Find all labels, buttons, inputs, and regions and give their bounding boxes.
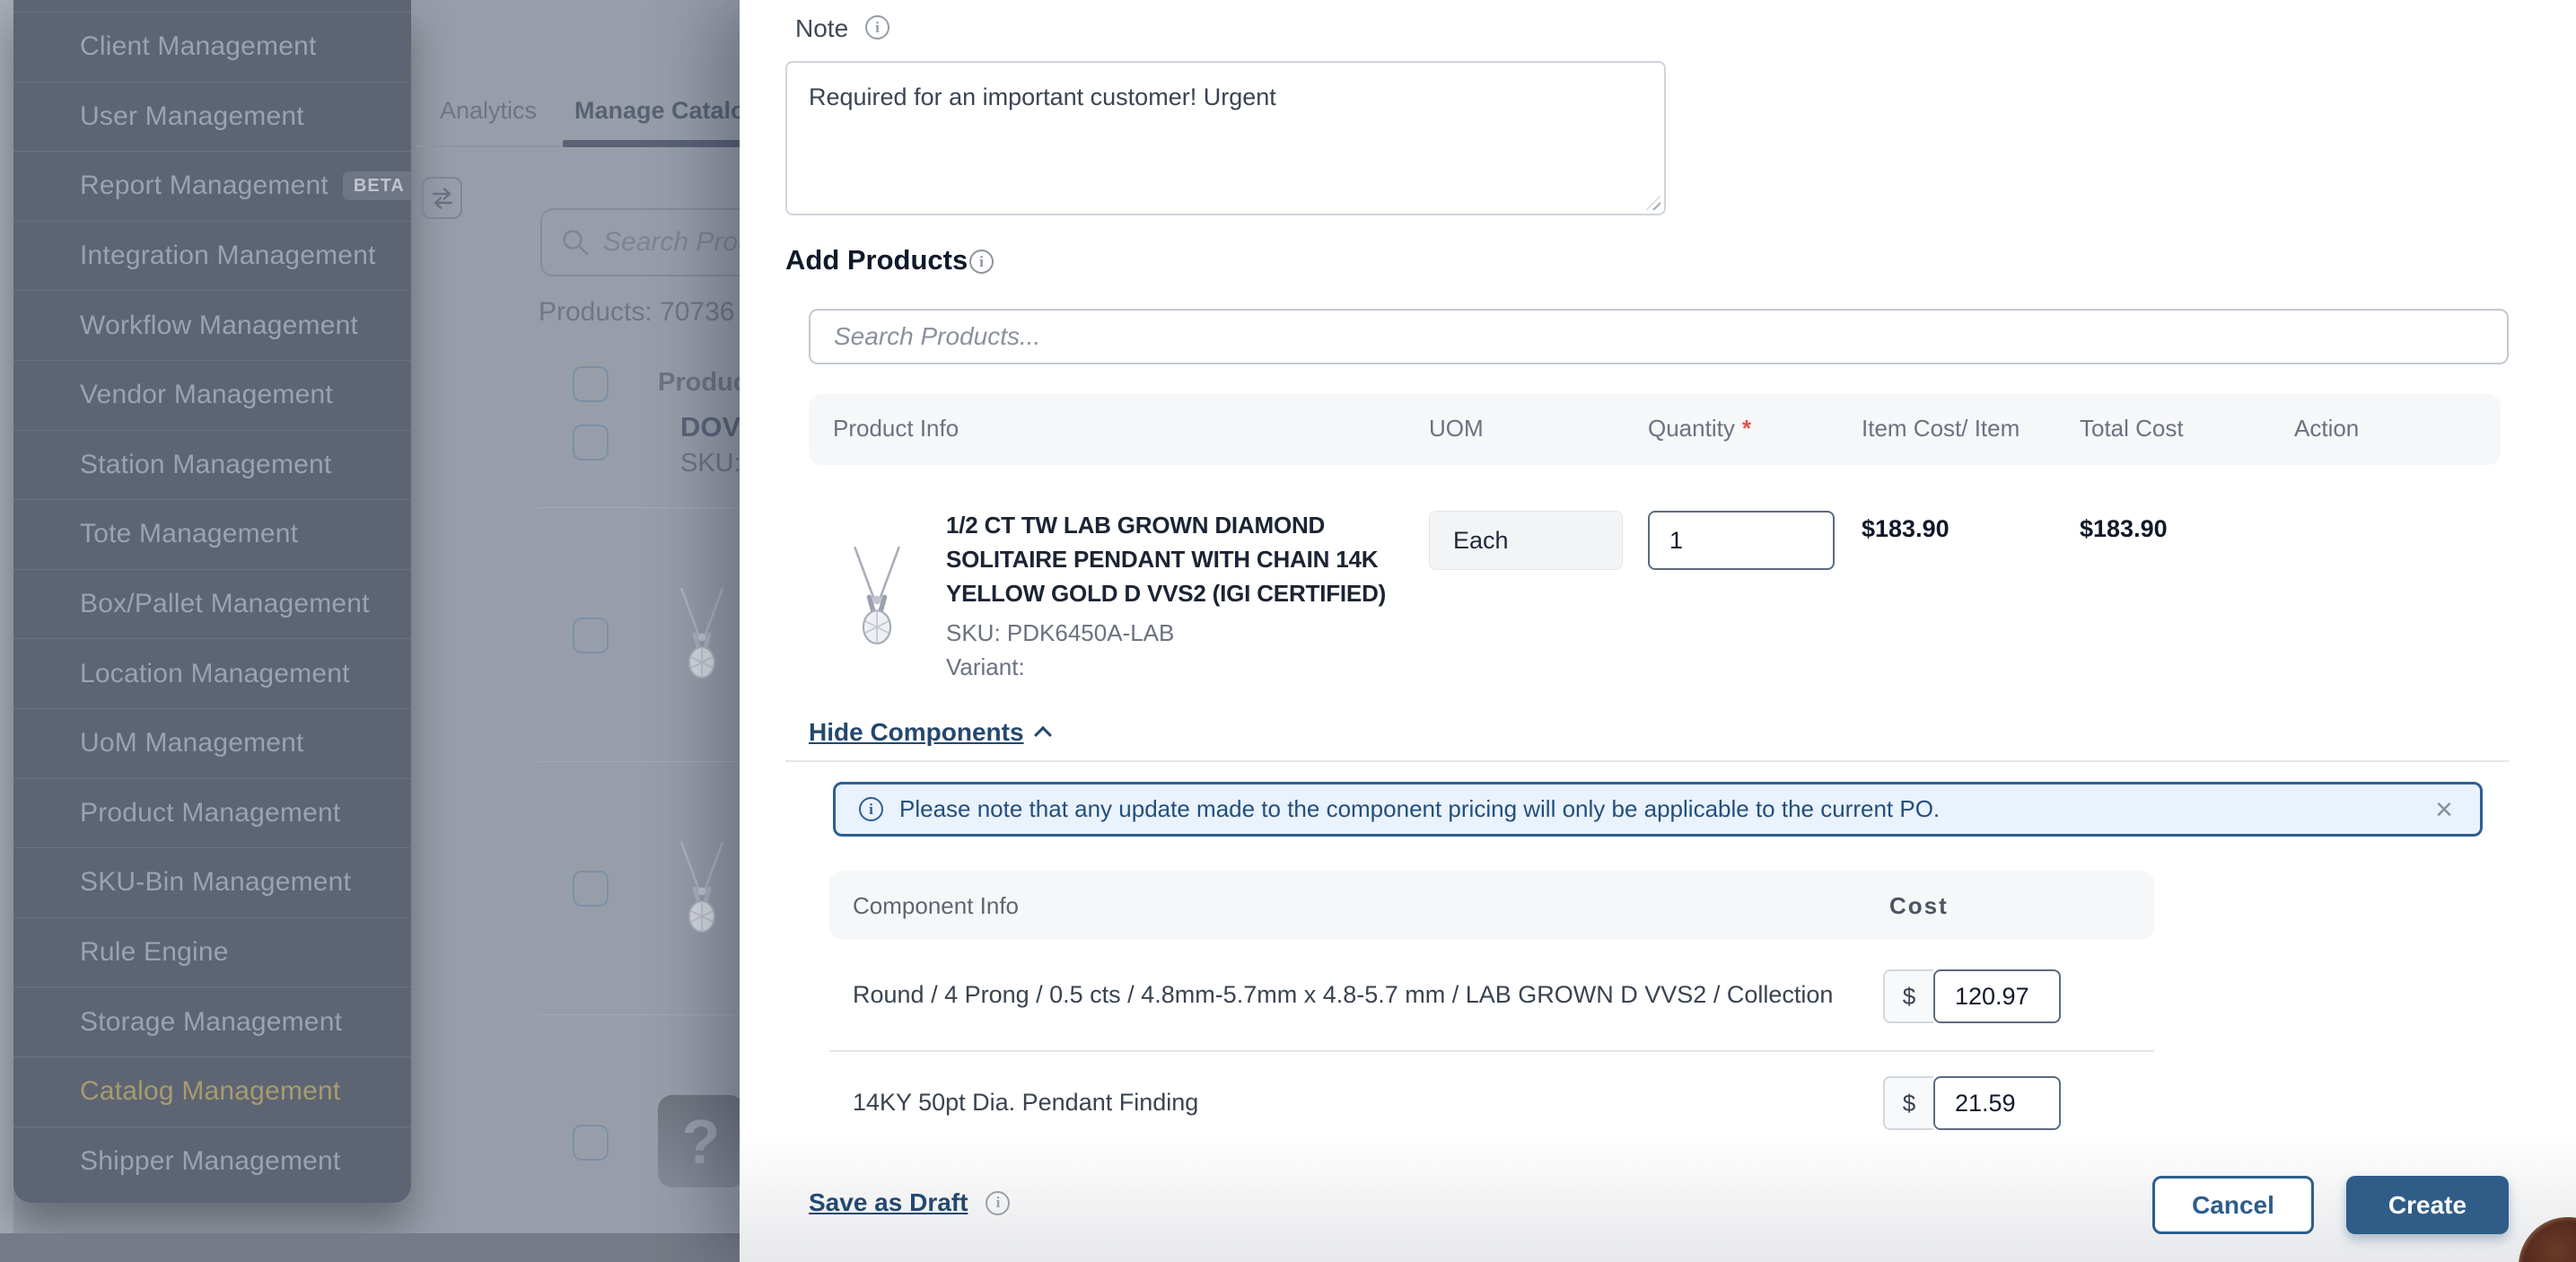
- currency-prefix: $: [1883, 969, 1933, 1023]
- sidebar-item-catalog-management[interactable]: Catalog Management: [13, 1056, 411, 1126]
- beta-badge: BETA: [343, 171, 411, 200]
- total-cost-value: $183.90: [2080, 515, 2168, 543]
- create-button[interactable]: Create: [2346, 1176, 2509, 1234]
- hide-components-toggle[interactable]: Hide Components: [809, 718, 1049, 747]
- chevron-up-icon: [1034, 726, 1052, 744]
- sidebar-item-tote-management[interactable]: Tote Management: [13, 499, 411, 569]
- product-title: 1/2 CT TW LAB GROWN DIAMOND SOLITAIRE PE…: [946, 508, 1413, 610]
- column-component-info: Component Info: [853, 892, 1019, 920]
- sidebar-item-sku-bin-management[interactable]: SKU-Bin Management: [13, 847, 411, 917]
- note-label: Note: [795, 14, 848, 43]
- column-item-cost: Item Cost/ Item: [1862, 415, 2020, 443]
- required-asterisk: *: [1742, 415, 1751, 442]
- column-action: Action: [2294, 415, 2359, 443]
- sidebar-item-vendor-management[interactable]: Vendor Management: [13, 360, 411, 430]
- save-as-draft-link[interactable]: Save as Draft: [809, 1188, 1010, 1217]
- quantity-input[interactable]: [1648, 511, 1835, 570]
- column-cost: Cost: [1889, 892, 1949, 920]
- sidebar-item-location-management[interactable]: Location Management: [13, 638, 411, 708]
- product-sku: SKU: PDK6450A-LAB: [946, 619, 1174, 647]
- column-total-cost: Total Cost: [2080, 415, 2184, 443]
- uom-select[interactable]: Each: [1429, 511, 1623, 570]
- missing-image-placeholder: ?: [658, 1095, 744, 1188]
- note-info-icon[interactable]: [865, 15, 889, 39]
- section-divider: [785, 760, 2509, 762]
- product-variant: Variant:: [946, 653, 1025, 681]
- component-row-info: Round / 4 Prong / 0.5 cts / 4.8mm-5.7mm …: [853, 981, 1833, 1009]
- row-divider: [539, 1014, 763, 1015]
- row-divider: [539, 507, 763, 508]
- sidebar: Client Management User Management Report…: [13, 0, 411, 1203]
- bg-row-sku: SKU:: [680, 449, 741, 478]
- row-checkbox[interactable]: [573, 425, 609, 460]
- sidebar-item-user-management[interactable]: User Management: [13, 82, 411, 152]
- product-thumbnail-pendant: [677, 585, 727, 679]
- sidebar-item-shipper-management[interactable]: Shipper Management: [13, 1126, 411, 1196]
- sidebar-item-storage-management[interactable]: Storage Management: [13, 986, 411, 1056]
- component-row-info: 14KY 50pt Dia. Pendant Finding: [853, 1089, 1198, 1117]
- sidebar-item-integration-management[interactable]: Integration Management: [13, 221, 411, 291]
- component-cost-input[interactable]: [1933, 1076, 2061, 1130]
- cancel-button[interactable]: Cancel: [2152, 1176, 2314, 1234]
- row-checkbox[interactable]: [573, 618, 609, 653]
- row-checkbox[interactable]: [573, 1125, 609, 1161]
- tab-manage-catalog[interactable]: Manage Catalog: [574, 97, 760, 125]
- add-products-heading: Add Products: [785, 244, 968, 276]
- sidebar-item-client-management[interactable]: Client Management: [13, 12, 411, 82]
- column-product-info: Product Info: [833, 415, 959, 443]
- active-tab-underline: [563, 140, 760, 147]
- component-cost-field: $: [1883, 969, 2061, 1023]
- swap-columns-button[interactable]: [422, 177, 462, 219]
- row-divider: [539, 761, 763, 762]
- alert-info-icon: [859, 797, 883, 821]
- component-row-divider: [829, 1050, 2154, 1052]
- component-pricing-alert: Please note that any update made to the …: [833, 782, 2483, 837]
- note-textarea[interactable]: Required for an important customer! Urge…: [785, 61, 1666, 215]
- sidebar-item-product-management[interactable]: Product Management: [13, 778, 411, 848]
- item-cost-value: $183.90: [1862, 515, 1950, 543]
- alert-close-icon[interactable]: ×: [2431, 794, 2457, 825]
- currency-prefix: $: [1883, 1076, 1933, 1130]
- save-draft-info-icon[interactable]: [986, 1191, 1010, 1215]
- alert-message: Please note that any update made to the …: [899, 795, 2431, 823]
- products-count: Products: 70736: [539, 297, 734, 328]
- product-image-pendant: [848, 544, 906, 644]
- sidebar-item-uom-management[interactable]: UoM Management: [13, 708, 411, 778]
- row-checkbox[interactable]: [573, 871, 609, 907]
- component-cost-input[interactable]: [1933, 969, 2061, 1023]
- add-products-search-input[interactable]: [809, 309, 2509, 364]
- search-icon: [560, 227, 591, 258]
- sidebar-item-box-pallet-management[interactable]: Box/Pallet Management: [13, 569, 411, 639]
- add-products-info-icon[interactable]: [969, 250, 994, 274]
- tab-analytics[interactable]: Analytics: [440, 97, 537, 125]
- component-cost-field: $: [1883, 1076, 2061, 1130]
- create-purchase-order-modal: Note Required for an important customer!…: [740, 0, 2576, 1262]
- sidebar-item-workflow-management[interactable]: Workflow Management: [13, 290, 411, 360]
- select-all-checkbox[interactable]: [573, 366, 609, 402]
- components-table-header: [829, 871, 2154, 940]
- product-thumbnail-pendant: [677, 839, 727, 933]
- sidebar-item-report-management[interactable]: Report Management BETA: [13, 151, 411, 221]
- collapsed-nav-rail: [0, 0, 13, 1262]
- column-uom: UOM: [1429, 415, 1484, 443]
- column-quantity: Quantity*: [1648, 415, 1751, 443]
- sidebar-item-rule-engine[interactable]: Rule Engine: [13, 917, 411, 987]
- app-window: Client Management User Management Report…: [0, 0, 2576, 1262]
- swap-arrows-icon: [430, 186, 455, 211]
- sidebar-item-station-management[interactable]: Station Management: [13, 430, 411, 500]
